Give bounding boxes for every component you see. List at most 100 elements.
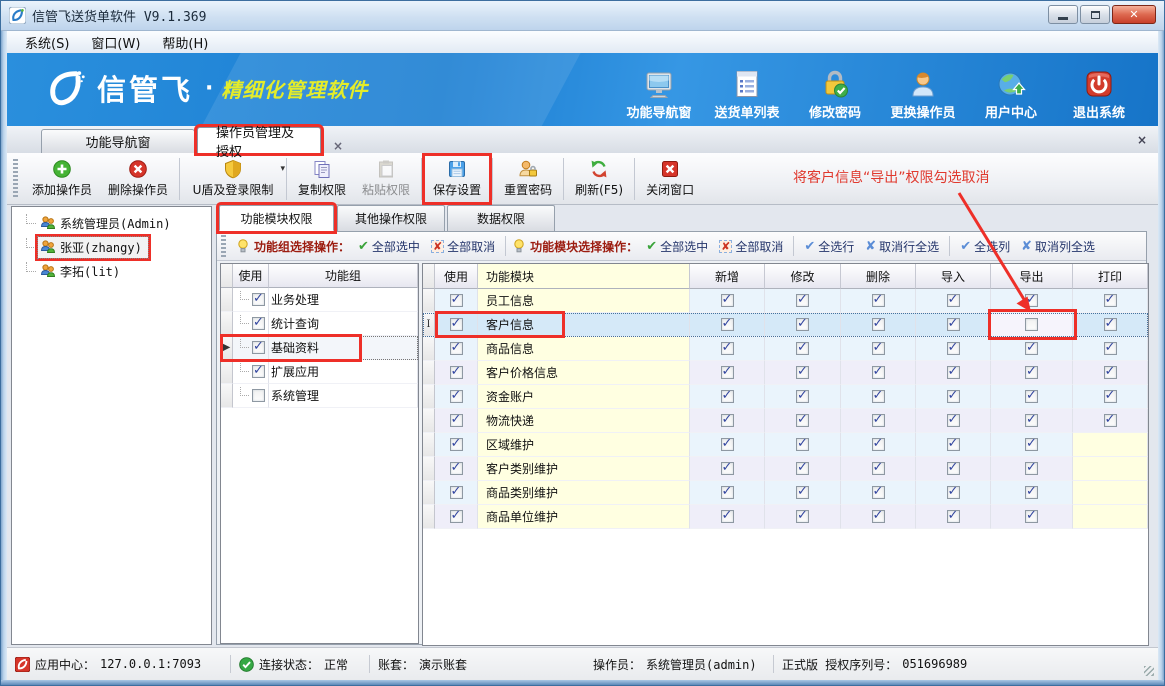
tab-other-permissions[interactable]: 其他操作权限: [337, 205, 445, 231]
refresh-button[interactable]: 刷新(F5): [567, 156, 631, 202]
group-table-row[interactable]: 扩展应用: [221, 360, 418, 384]
checked-checkbox[interactable]: [796, 390, 809, 403]
add-operator-button[interactable]: 添加操作员: [24, 156, 100, 202]
checked-checkbox[interactable]: [947, 510, 960, 523]
permission-cell[interactable]: [841, 289, 916, 313]
checked-checkbox[interactable]: [450, 510, 463, 523]
exit-system-button[interactable]: 退出系统: [1058, 61, 1140, 121]
select-column-button[interactable]: ✔全选列: [957, 238, 1013, 255]
checked-checkbox[interactable]: [1025, 438, 1038, 451]
module-table-row[interactable]: I客户信息: [423, 313, 1148, 337]
checked-checkbox[interactable]: [872, 462, 885, 475]
checked-checkbox[interactable]: [1104, 366, 1117, 379]
checked-checkbox[interactable]: [872, 510, 885, 523]
checked-checkbox[interactable]: [796, 342, 809, 355]
checked-checkbox[interactable]: [1025, 366, 1038, 379]
checked-checkbox[interactable]: [1104, 294, 1117, 307]
checked-checkbox[interactable]: [872, 366, 885, 379]
module-table-row[interactable]: 资金账户: [423, 385, 1148, 409]
checked-checkbox[interactable]: [872, 414, 885, 427]
checked-checkbox[interactable]: [1025, 294, 1038, 307]
checked-checkbox[interactable]: [947, 390, 960, 403]
tree-item-lituo[interactable]: 李拓(lit): [12, 259, 211, 283]
checked-checkbox[interactable]: [721, 414, 734, 427]
checked-checkbox[interactable]: [1025, 486, 1038, 499]
tree-item-admin[interactable]: 系统管理员(Admin): [12, 211, 211, 235]
permission-cell[interactable]: [916, 409, 991, 433]
permission-cell[interactable]: [916, 289, 991, 313]
permission-cell[interactable]: [690, 289, 765, 313]
delete-operator-button[interactable]: 删除操作员: [100, 156, 176, 202]
permission-cell[interactable]: [991, 361, 1073, 385]
permission-cell[interactable]: [991, 481, 1073, 505]
checked-checkbox[interactable]: [252, 365, 265, 378]
checked-checkbox[interactable]: [796, 438, 809, 451]
checked-checkbox[interactable]: [796, 462, 809, 475]
permission-cell[interactable]: [916, 337, 991, 361]
checked-checkbox[interactable]: [872, 294, 885, 307]
checked-checkbox[interactable]: [450, 486, 463, 499]
permission-cell[interactable]: [1073, 337, 1148, 361]
save-settings-button[interactable]: 保存设置: [425, 156, 489, 202]
checked-checkbox[interactable]: [450, 318, 463, 331]
permission-cell[interactable]: [690, 385, 765, 409]
close-window-button[interactable]: 关闭窗口: [638, 156, 702, 202]
checked-checkbox[interactable]: [252, 317, 265, 330]
checked-checkbox[interactable]: [947, 342, 960, 355]
permission-cell[interactable]: [991, 457, 1073, 481]
permission-cell[interactable]: [916, 481, 991, 505]
checked-checkbox[interactable]: [872, 318, 885, 331]
reset-password-button[interactable]: 重置密码: [496, 156, 560, 202]
permission-cell[interactable]: [765, 385, 841, 409]
checked-checkbox[interactable]: [721, 294, 734, 307]
permission-cell[interactable]: [991, 409, 1073, 433]
permission-cell[interactable]: [991, 289, 1073, 313]
module-table-row[interactable]: 物流快递: [423, 409, 1148, 433]
permission-cell[interactable]: [991, 337, 1073, 361]
checked-checkbox[interactable]: [1025, 414, 1038, 427]
checked-checkbox[interactable]: [1104, 390, 1117, 403]
tab-operator-management[interactable]: 操作员管理及授权: [197, 127, 321, 153]
permission-cell[interactable]: [1073, 313, 1148, 337]
permission-cell[interactable]: [991, 385, 1073, 409]
tab-module-permissions[interactable]: 功能模块权限: [219, 205, 334, 231]
module-uncheck-all-button[interactable]: ✘全部取消: [716, 238, 786, 255]
permission-cell[interactable]: [765, 361, 841, 385]
checked-checkbox[interactable]: [721, 366, 734, 379]
checked-checkbox[interactable]: [796, 486, 809, 499]
permission-cell[interactable]: [916, 433, 991, 457]
checked-checkbox[interactable]: [721, 462, 734, 475]
checked-checkbox[interactable]: [450, 414, 463, 427]
copy-permissions-button[interactable]: 复制权限: [290, 156, 354, 202]
permission-cell[interactable]: [765, 409, 841, 433]
delivery-list-button[interactable]: 送货单列表: [706, 61, 788, 121]
permission-cell[interactable]: [690, 409, 765, 433]
module-table-row[interactable]: 客户类别维护: [423, 457, 1148, 481]
permission-cell[interactable]: [690, 505, 765, 529]
permission-cell[interactable]: [916, 457, 991, 481]
checked-checkbox[interactable]: [947, 366, 960, 379]
checked-checkbox[interactable]: [721, 342, 734, 355]
checked-checkbox[interactable]: [872, 486, 885, 499]
checked-checkbox[interactable]: [1104, 342, 1117, 355]
group-table-row[interactable]: 业务处理: [221, 288, 418, 312]
permission-cell[interactable]: [765, 313, 841, 337]
permission-cell[interactable]: [841, 361, 916, 385]
tree-item-zhangya[interactable]: 张亚(zhangy): [12, 235, 211, 259]
unchecked-checkbox[interactable]: [1025, 318, 1038, 331]
nav-window-button[interactable]: 功能导航窗: [618, 61, 700, 121]
checked-checkbox[interactable]: [872, 438, 885, 451]
unselect-column-button[interactable]: ✘取消列全选: [1018, 238, 1098, 255]
checked-checkbox[interactable]: [721, 438, 734, 451]
group-table-row[interactable]: ▶基础资料: [221, 336, 418, 360]
permission-cell[interactable]: [690, 313, 765, 337]
permission-cell[interactable]: [991, 313, 1073, 337]
permission-cell[interactable]: [841, 433, 916, 457]
permission-cell[interactable]: [765, 505, 841, 529]
group-table-row[interactable]: 系统管理: [221, 384, 418, 408]
checked-checkbox[interactable]: [450, 390, 463, 403]
checked-checkbox[interactable]: [796, 414, 809, 427]
checked-checkbox[interactable]: [721, 486, 734, 499]
checked-checkbox[interactable]: [450, 294, 463, 307]
checked-checkbox[interactable]: [721, 390, 734, 403]
